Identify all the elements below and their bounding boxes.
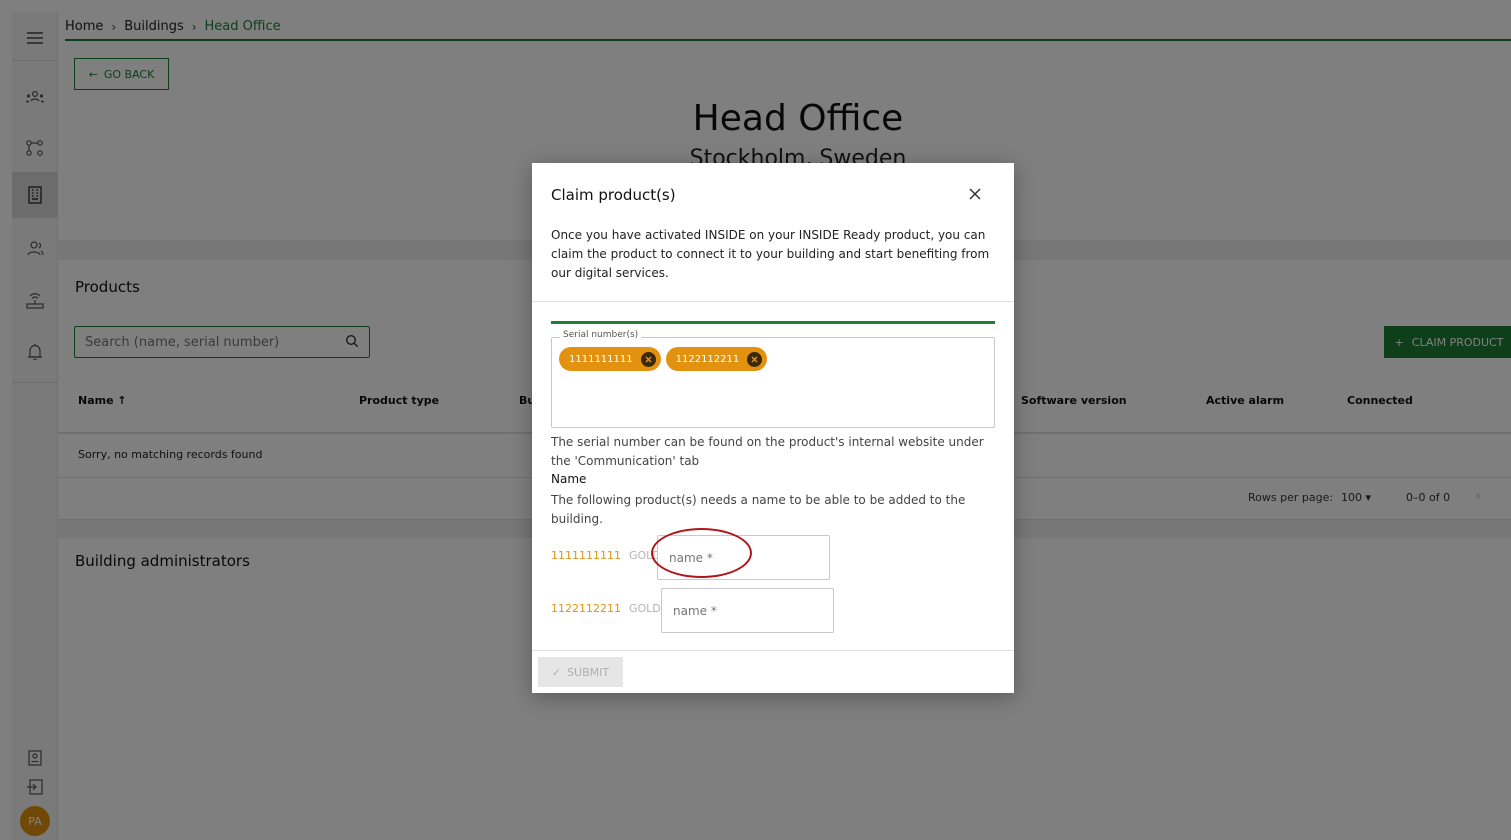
- chip-remove-icon[interactable]: [640, 351, 656, 367]
- serial-number-field[interactable]: Serial number(s) 1111111111 1122112211: [551, 330, 995, 428]
- name-label: Name: [551, 472, 587, 486]
- product-name-field[interactable]: [657, 535, 830, 580]
- dialog-divider: [532, 650, 1014, 651]
- serial-chip[interactable]: 1122112211: [665, 347, 768, 371]
- dialog-divider: [532, 301, 1014, 302]
- product-name-field[interactable]: [661, 588, 834, 633]
- product-name-input[interactable]: [658, 536, 829, 579]
- product-serial: 1122112211: [551, 602, 621, 615]
- submit-button[interactable]: ✓ SUBMIT: [538, 657, 623, 687]
- serial-number-legend: Serial number(s): [560, 330, 642, 340]
- submit-label: SUBMIT: [567, 665, 610, 679]
- dialog-description: Once you have activated INSIDE on your I…: [551, 228, 990, 280]
- product-serial: 1111111111: [551, 549, 621, 562]
- product-name-row: 1111111111 GOLD: [551, 549, 661, 562]
- product-name-input[interactable]: [662, 589, 833, 632]
- product-name-row: 1122112211 GOLD: [551, 602, 661, 615]
- serial-chip[interactable]: 1111111111: [559, 347, 661, 371]
- product-type: GOLD: [629, 549, 661, 562]
- chip-label: 1111111111: [569, 353, 633, 365]
- dialog-title: Claim product(s): [551, 186, 676, 204]
- chip-label: 1122112211: [675, 353, 740, 365]
- serial-chips: 1111111111 1122112211: [559, 347, 768, 371]
- product-type: GOLD: [629, 602, 661, 615]
- close-icon[interactable]: [966, 185, 984, 203]
- claim-product-dialog: Claim product(s) Once you have activated…: [532, 163, 1014, 693]
- chip-remove-icon[interactable]: [747, 351, 763, 367]
- name-help-text: The following product(s) needs a name to…: [551, 493, 966, 526]
- serial-help-text: The serial number can be found on the pr…: [551, 435, 984, 468]
- progress-bar: [551, 321, 995, 324]
- check-icon: ✓: [551, 665, 562, 679]
